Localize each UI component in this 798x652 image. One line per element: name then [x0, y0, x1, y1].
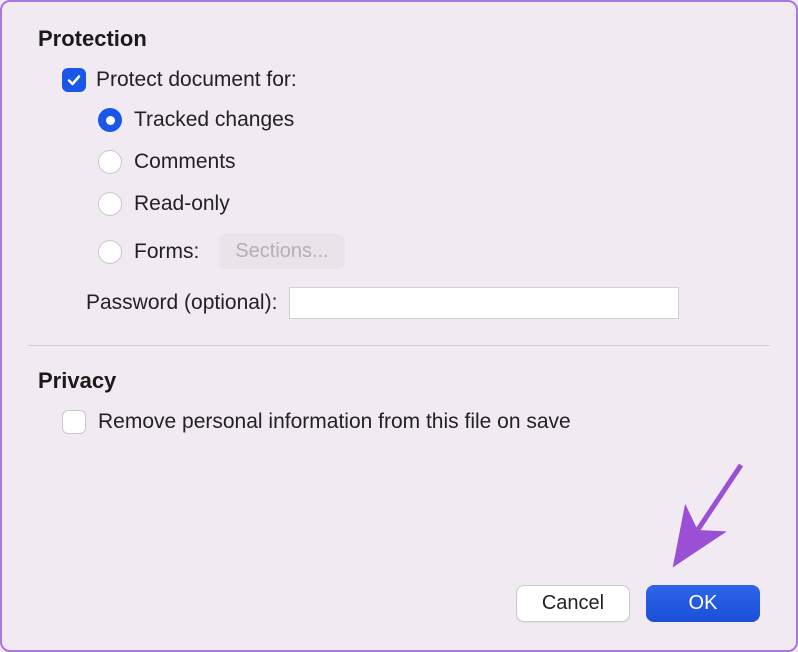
protect-document-row[interactable]: Protect document for: [62, 68, 760, 92]
comments-label: Comments [134, 150, 236, 174]
password-input[interactable] [289, 287, 679, 319]
check-icon [66, 72, 82, 88]
read-only-row[interactable]: Read-only [98, 192, 760, 216]
forms-label: Forms: [134, 240, 199, 264]
arrow-annotation-icon [636, 460, 756, 580]
protection-radio-group: Tracked changes Comments Read-only Forms… [98, 108, 760, 269]
privacy-title: Privacy [38, 368, 760, 394]
password-row: Password (optional): [86, 287, 760, 319]
tracked-changes-radio[interactable] [98, 108, 122, 132]
section-divider [28, 345, 770, 346]
remove-info-row[interactable]: Remove personal information from this fi… [62, 410, 760, 434]
read-only-label: Read-only [134, 192, 230, 216]
comments-radio[interactable] [98, 150, 122, 174]
cancel-button[interactable]: Cancel [516, 585, 630, 622]
ok-button[interactable]: OK [646, 585, 760, 622]
password-label: Password (optional): [86, 291, 277, 315]
remove-info-checkbox[interactable] [62, 410, 86, 434]
read-only-radio[interactable] [98, 192, 122, 216]
dialog-buttons: Cancel OK [516, 585, 760, 622]
protect-document-checkbox[interactable] [62, 68, 86, 92]
protection-section: Protection Protect document for: Tracked… [38, 26, 760, 319]
protect-document-label: Protect document for: [96, 68, 297, 92]
sections-button: Sections... [219, 234, 344, 269]
remove-info-label: Remove personal information from this fi… [98, 410, 571, 434]
forms-radio[interactable] [98, 240, 122, 264]
tracked-changes-label: Tracked changes [134, 108, 294, 132]
protection-title: Protection [38, 26, 760, 52]
tracked-changes-row[interactable]: Tracked changes [98, 108, 760, 132]
forms-row[interactable]: Forms: Sections... [98, 234, 760, 269]
privacy-section: Privacy Remove personal information from… [38, 368, 760, 434]
comments-row[interactable]: Comments [98, 150, 760, 174]
